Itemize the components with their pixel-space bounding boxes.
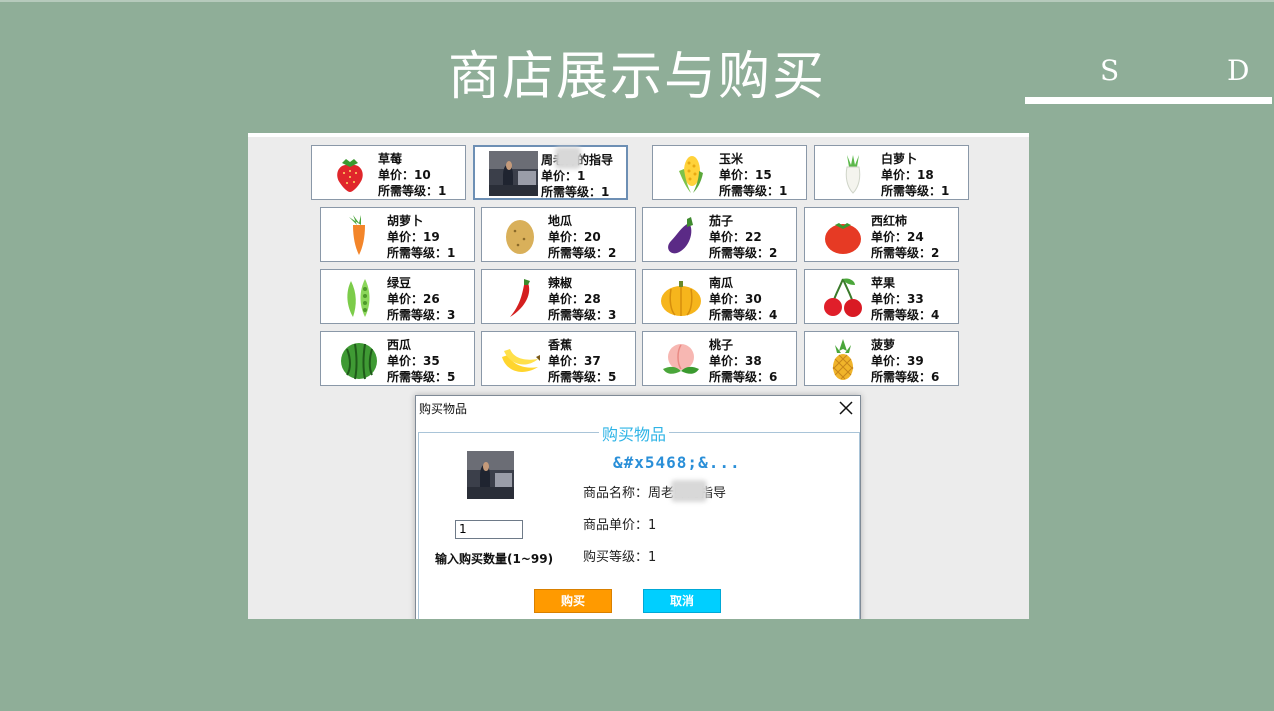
shop-item-banana[interactable]: 香蕉 单价：37 所需等级：5 [481,331,636,386]
shop-item-tomato[interactable]: 西红柿 单价：24 所需等级：2 [804,207,959,262]
item-level: 所需等级：4 [871,308,940,322]
corner-letter-s: S [1100,54,1120,87]
screen-top-strip [248,133,1029,137]
shop-item-teacher-guidance[interactable]: 周老师的指导 单价：1 所需等级：1 [473,145,628,200]
shop-item-pineapple[interactable]: 菠萝 单价：39 所需等级：6 [804,331,959,386]
shop-item-chili[interactable]: 辣椒 单价：28 所需等级：3 [481,269,636,324]
item-name: 绿豆 [387,276,412,290]
shop-item-pumpkin[interactable]: 南瓜 单价：30 所需等级：4 [642,269,797,324]
quantity-label: 输入购买数量(1~99) [435,552,554,566]
item-name: 桃子 [709,338,734,352]
item-name: 白萝卜 [881,152,918,166]
carrot-icon [349,215,365,255]
item-name: 西红柿 [871,214,908,228]
item-level: 所需等级：2 [548,246,617,260]
redaction-blur [555,147,581,169]
item-level: 所需等级：6 [709,370,778,384]
item-price: 单价：1 [541,169,586,183]
item-name: 地瓜 [548,214,573,228]
item-price: 单价：37 [548,354,601,368]
eggplant-icon [668,217,693,254]
top-border [0,0,1274,2]
cherry-icon [824,278,862,317]
item-price: 单价：22 [709,230,762,244]
item-price: 单价：15 [719,168,772,182]
item-price: 单价：30 [709,292,762,306]
item-level: 所需等级：2 [871,246,940,260]
shop-item-sweet-potato[interactable]: 地瓜 单价：20 所需等级：2 [481,207,636,262]
shop-item-carrot[interactable]: 胡萝卜 单价：19 所需等级：1 [320,207,475,262]
peas-icon [347,279,370,317]
item-level: 所需等级：2 [709,246,778,260]
item-price: 单价：18 [881,168,934,182]
corn-icon [679,156,703,193]
redaction-blur [671,480,707,502]
item-level: 所需等级：1 [881,184,950,198]
cancel-button[interactable]: 取消 [643,589,721,613]
item-name: 玉米 [719,152,744,166]
item-name: 胡萝卜 [387,214,424,228]
item-price: 单价：19 [387,230,440,244]
item-level: 所需等级：4 [709,308,778,322]
item-price: 单价：26 [387,292,440,306]
item-level: 所需等级：3 [387,308,456,322]
item-name: 西瓜 [387,338,412,352]
potato-icon [506,220,534,254]
item-level: 所需等级：3 [548,308,617,322]
panel-legend: 购买物品 [599,421,670,445]
pineapple-icon [832,339,854,380]
item-photo [467,451,514,499]
item-price: 单价：20 [548,230,601,244]
corner-underline [1025,97,1272,104]
corner-letter-d: D [1227,54,1250,87]
item-price-row: 商品单价：1 [583,518,657,533]
app-screenshot: 草莓 单价：10 所需等级：1 周老师的指导 单价：1 所需等级：1 玉米 单价… [248,133,1029,619]
banana-icon [502,349,540,372]
item-level: 所需等级：5 [387,370,456,384]
pumpkin-icon [661,281,701,316]
chili-icon [510,279,530,317]
close-icon[interactable] [837,399,855,417]
item-level: 所需等级：6 [871,370,940,384]
item-level: 所需等级：1 [387,246,456,260]
shop-item-apple[interactable]: 苹果 单价：33 所需等级：4 [804,269,959,324]
shop-item-corn[interactable]: 玉米 单价：15 所需等级：1 [652,145,807,200]
strawberry-icon [337,159,363,192]
dialog-title: 购买物品 [419,402,468,416]
shop-item-white-radish[interactable]: 白萝卜 单价：18 所需等级：1 [814,145,969,200]
item-price: 单价：10 [378,168,431,182]
item-price: 单价：39 [871,354,924,368]
item-level: 所需等级：1 [541,185,610,199]
purchase-dialog: 购买物品 购买物品 &#x5468;&... 商品名称：周老师的指导 商品单价：… [415,395,861,619]
shop-item-strawberry[interactable]: 草莓 单价：10 所需等级：1 [311,145,466,200]
item-level-row: 购买等级：1 [583,550,657,565]
item-level: 所需等级：1 [378,184,447,198]
item-name: 南瓜 [709,276,734,290]
shop-item-eggplant[interactable]: 茄子 单价：22 所需等级：2 [642,207,797,262]
item-price: 单价：35 [387,354,440,368]
item-name: 苹果 [871,276,896,290]
watermelon-icon [341,343,377,380]
shop-item-peach[interactable]: 桃子 单价：38 所需等级：6 [642,331,797,386]
item-name: 菠萝 [871,338,896,352]
item-level: 所需等级：5 [548,370,617,384]
item-name: 辣椒 [548,276,573,290]
item-name: 草莓 [378,152,403,166]
teacher-photo [489,151,538,196]
item-price: 单价：33 [871,292,924,306]
item-heading: &#x5468;&... [613,453,741,472]
tomato-icon [825,223,861,254]
item-level: 所需等级：1 [719,184,788,198]
shop-item-watermelon[interactable]: 西瓜 单价：35 所需等级：5 [320,331,475,386]
item-price: 单价：28 [548,292,601,306]
quantity-input[interactable]: 1 [455,520,523,539]
radish-icon [845,155,861,194]
item-price: 单价：24 [871,230,924,244]
peach-icon [663,344,699,374]
item-name: 香蕉 [548,338,573,352]
item-price: 单价：38 [709,354,762,368]
shop-item-mung-bean[interactable]: 绿豆 单价：26 所需等级：3 [320,269,475,324]
buy-button[interactable]: 购买 [534,589,612,613]
item-name: 茄子 [709,214,734,228]
